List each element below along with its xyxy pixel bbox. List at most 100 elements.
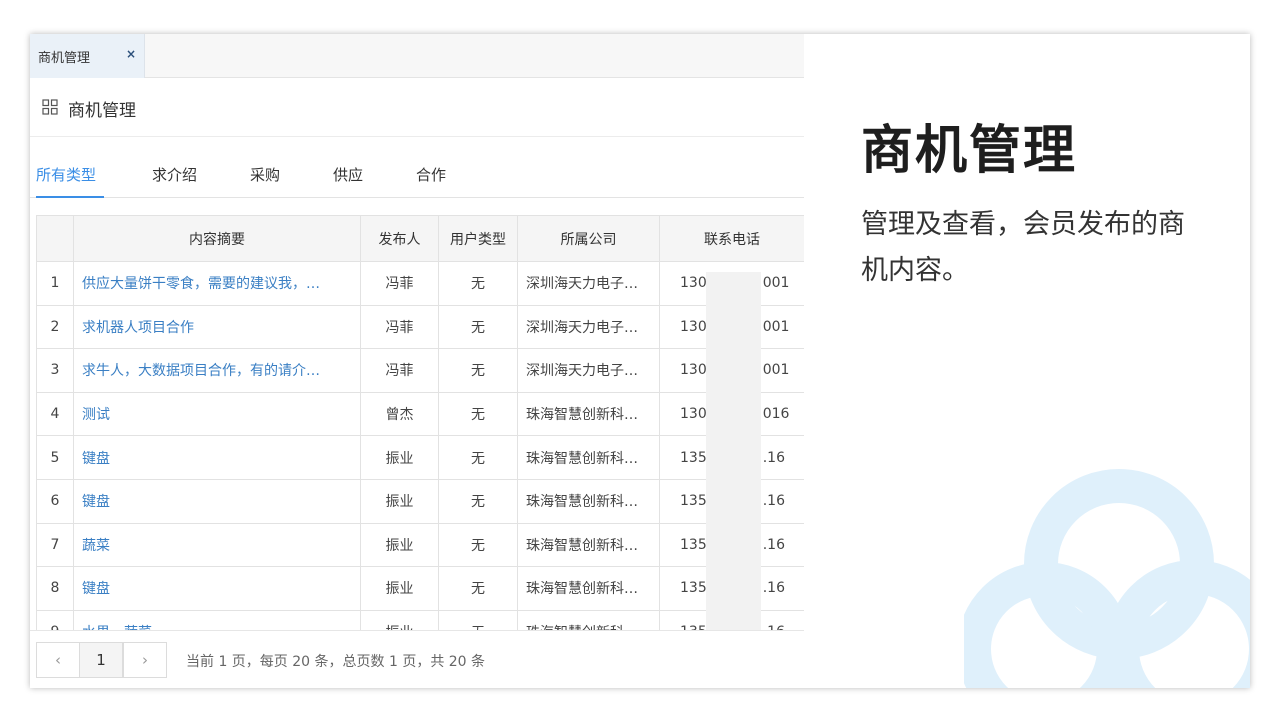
row-user-type: 无 <box>438 435 518 480</box>
row-phone-suffix: .16 <box>762 493 785 510</box>
row-company: 深圳海天力电子… <box>517 304 660 350</box>
row-summary-link[interactable]: 测试 <box>73 391 361 437</box>
filter-tab-all[interactable]: 所有类型 <box>36 164 96 185</box>
row-phone-prefix: 130 <box>680 275 707 292</box>
row-publisher: 振业 <box>360 566 439 611</box>
row-summary-link[interactable]: 键盘 <box>73 435 361 480</box>
row-company: 珠海智慧创新科… <box>517 566 660 611</box>
row-index: 8 <box>36 566 74 611</box>
table-row[interactable]: 3 求牛人，大数据项目合作，有的请介… 冯菲无深圳海天力电子… 130 001 <box>36 348 804 393</box>
row-company: 珠海智慧创新科… <box>517 609 660 630</box>
row-phone-suffix: .16 <box>762 536 785 553</box>
row-phone-suffix: 001 <box>762 275 790 292</box>
row-index: 1 <box>36 261 74 306</box>
row-summary-link[interactable]: 求机器人项目合作 <box>73 304 361 350</box>
column-header-phone[interactable]: 联系电话 <box>659 215 804 262</box>
table-row[interactable]: 7 蔬菜 振业无珠海智慧创新科… 135 .16 <box>36 522 804 568</box>
row-user-type: 无 <box>438 304 518 350</box>
row-user-type: 无 <box>438 566 518 611</box>
column-header-publisher[interactable]: 发布人 <box>360 215 439 262</box>
row-company: 深圳海天力电子… <box>517 348 660 393</box>
column-header-summary[interactable]: 内容摘要 <box>73 215 361 262</box>
row-publisher: 振业 <box>360 435 439 480</box>
filter-tabs: 所有类型 求介绍 采购 供应 合作 <box>30 154 804 198</box>
row-index: 3 <box>36 348 74 393</box>
pagination: ‹ 1 › 当前 1 页，每页 20 条，总页数 1 页，共 20 条 <box>30 630 804 688</box>
table-header-row: 内容摘要 发布人 用户类型 所属公司 联系电话 <box>36 215 804 262</box>
row-company: 珠海智慧创新科… <box>517 478 660 524</box>
row-phone-suffix: .16 <box>762 449 785 466</box>
table-row[interactable]: 9水果，蔬菜振业无珠海智慧创新科…135.16 <box>36 609 804 630</box>
row-summary-link[interactable]: 蔬菜 <box>73 522 361 568</box>
row-company: 珠海智慧创新科… <box>517 391 660 437</box>
row-summary-link[interactable]: 水果，蔬菜 <box>73 609 361 630</box>
filter-tab-purchase[interactable]: 采购 <box>250 164 280 185</box>
row-company: 深圳海天力电子… <box>517 261 660 306</box>
row-phone-prefix: 135 <box>680 536 707 553</box>
filter-tab-referral[interactable]: 求介绍 <box>152 164 197 185</box>
column-header-index <box>36 215 74 262</box>
row-phone-prefix: 135 <box>680 449 707 466</box>
table-row[interactable]: 8 键盘 振业无珠海智慧创新科… 135 .16 <box>36 566 804 611</box>
slide-title: 商机管理 <box>861 121 1078 181</box>
row-summary-link[interactable]: 求牛人，大数据项目合作，有的请介… <box>73 348 361 393</box>
next-page-button[interactable]: › <box>123 642 167 678</box>
redaction-overlay <box>706 272 761 630</box>
close-icon[interactable]: × <box>126 47 136 61</box>
filter-tab-cooperation[interactable]: 合作 <box>416 164 446 185</box>
row-phone-suffix: .16 <box>762 580 785 597</box>
row-user-type: 无 <box>438 391 518 437</box>
tab-bar: 商机管理 × <box>30 34 804 78</box>
row-publisher: 振业 <box>360 478 439 524</box>
table-row[interactable]: 4 测试 曾杰无珠海智慧创新科… 130 016 <box>36 391 804 437</box>
row-phone-prefix: 135 <box>680 493 707 510</box>
row-index: 6 <box>36 478 74 524</box>
filter-tab-supply[interactable]: 供应 <box>333 164 363 185</box>
pagination-info: 当前 1 页，每页 20 条，总页数 1 页，共 20 条 <box>186 654 486 670</box>
cloud-decoration <box>964 469 1250 688</box>
active-tab-indicator <box>36 196 104 198</box>
row-phone-suffix: 001 <box>762 362 790 379</box>
column-header-user-type[interactable]: 用户类型 <box>438 215 518 262</box>
row-user-type: 无 <box>438 261 518 306</box>
row-publisher: 冯菲 <box>360 304 439 350</box>
row-user-type: 无 <box>438 348 518 393</box>
tab-business-opportunity[interactable]: 商机管理 × <box>30 34 145 78</box>
opportunity-table: 内容摘要 发布人 用户类型 所属公司 联系电话 1 供应大量饼干零食，需要的建议我… <box>36 215 804 630</box>
row-phone-prefix: 130 <box>680 406 707 423</box>
row-publisher: 冯菲 <box>360 261 439 306</box>
slide-card: 商机管理 × 商机管理 所有类型 求介绍 采购 供应 合作 内容摘要 发布人 用… <box>30 34 1250 688</box>
tab-label: 商机管理 <box>38 50 91 66</box>
row-index: 9 <box>36 609 74 630</box>
grid-icon <box>42 99 58 115</box>
table-row[interactable]: 5 键盘 振业无珠海智慧创新科… 135 .16 <box>36 435 804 480</box>
row-summary-link[interactable]: 键盘 <box>73 566 361 611</box>
row-publisher: 振业 <box>360 522 439 568</box>
row-phone-prefix: 135 <box>680 580 707 597</box>
table-row[interactable]: 1 供应大量饼干零食，需要的建议我，… 冯菲无深圳海天力电子… 130 001 <box>36 261 804 306</box>
row-phone-suffix: 016 <box>762 406 790 423</box>
row-summary-link[interactable]: 供应大量饼干零食，需要的建议我，… <box>73 261 361 306</box>
page-header: 商机管理 <box>30 79 804 137</box>
row-user-type: 无 <box>438 478 518 524</box>
app-screenshot: 商机管理 × 商机管理 所有类型 求介绍 采购 供应 合作 内容摘要 发布人 用… <box>30 34 804 688</box>
row-user-type: 无 <box>438 609 518 630</box>
row-company: 珠海智慧创新科… <box>517 435 660 480</box>
row-index: 5 <box>36 435 74 480</box>
table-row[interactable]: 2 求机器人项目合作 冯菲无深圳海天力电子… 130 001 <box>36 304 804 350</box>
column-header-company[interactable]: 所属公司 <box>517 215 660 262</box>
page-title: 商机管理 <box>68 101 136 121</box>
row-summary-link[interactable]: 键盘 <box>73 478 361 524</box>
row-index: 7 <box>36 522 74 568</box>
page-number-button[interactable]: 1 <box>79 642 123 678</box>
row-index: 4 <box>36 391 74 437</box>
row-index: 2 <box>36 304 74 350</box>
row-company: 珠海智慧创新科… <box>517 522 660 568</box>
row-phone-prefix: 130 <box>680 318 707 335</box>
table-row[interactable]: 6 键盘 振业无珠海智慧创新科… 135 .16 <box>36 478 804 524</box>
row-user-type: 无 <box>438 522 518 568</box>
slide-description: 管理及查看，会员发布的商机内容。 <box>861 209 1185 286</box>
prev-page-button[interactable]: ‹ <box>36 642 80 678</box>
row-publisher: 振业 <box>360 609 439 630</box>
row-phone-suffix: 001 <box>762 318 790 335</box>
